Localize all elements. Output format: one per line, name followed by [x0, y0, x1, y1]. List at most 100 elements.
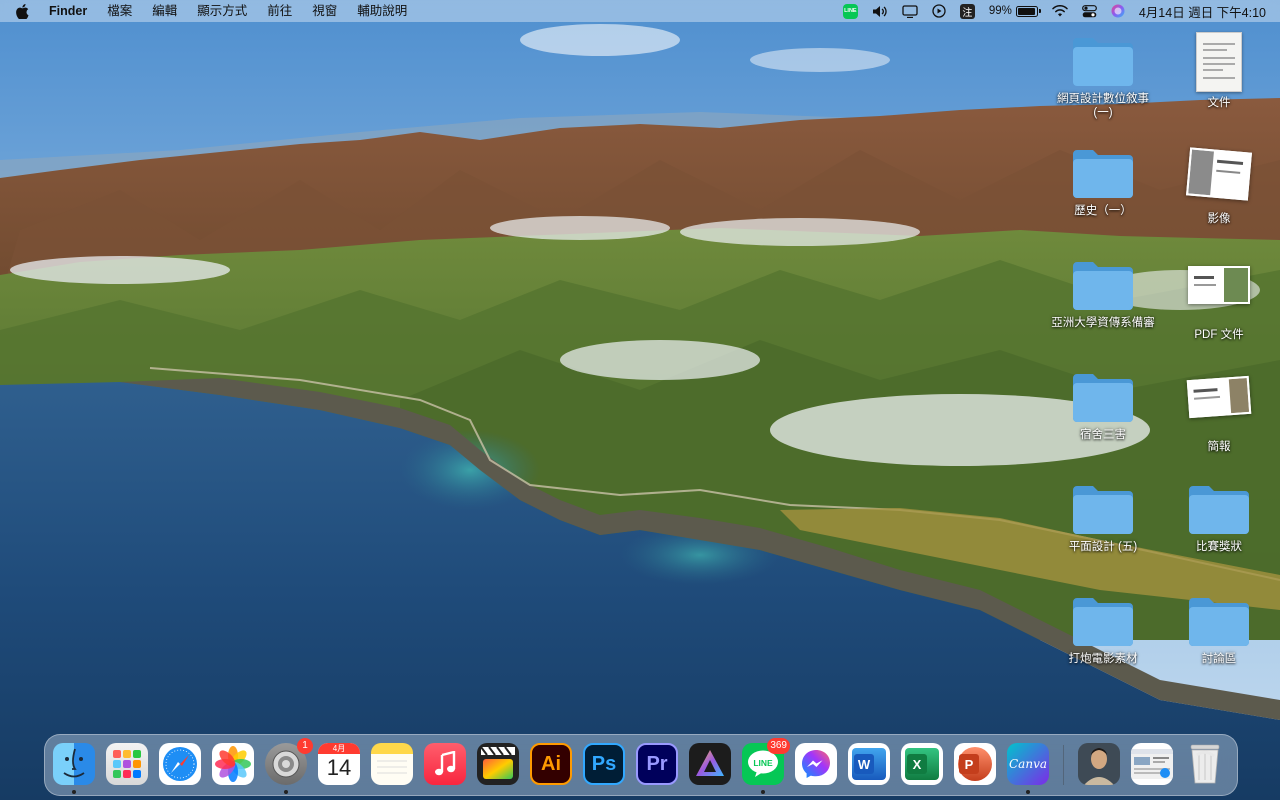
- wifi-icon[interactable]: [1052, 5, 1068, 17]
- canva-label: Canva: [1009, 757, 1047, 771]
- notes-icon[interactable]: [371, 743, 413, 785]
- final-cut-pro-icon[interactable]: [477, 743, 519, 785]
- folder-icon: [1073, 374, 1133, 422]
- running-indicator: [1026, 790, 1030, 794]
- control-center-icon[interactable]: [1081, 4, 1097, 18]
- line-status-label: LINE: [842, 3, 858, 19]
- davinci-icon[interactable]: [689, 743, 731, 785]
- desktop-item-label: 歷史（一）: [1074, 205, 1132, 217]
- safari-icon[interactable]: [159, 743, 201, 785]
- notification-badge: 369: [767, 738, 790, 754]
- folder-icon: [1189, 598, 1249, 646]
- folder-icon: [1073, 262, 1133, 310]
- calendar-icon[interactable]: 4月 14: [318, 743, 360, 785]
- calendar-month: 4月: [318, 743, 360, 754]
- airplay-display-icon[interactable]: [902, 4, 918, 18]
- menu-bar: Finder 檔案 編輯 顯示方式 前往 視窗 輔助說明 LINE 注 99%: [0, 0, 1280, 22]
- battery-icon: [1015, 5, 1041, 17]
- photoshop-label: Ps: [591, 752, 617, 775]
- line-status-icon[interactable]: LINE: [842, 3, 858, 19]
- desktop-item-label: 影像: [1207, 213, 1231, 225]
- desktop-item-label: 比賽獎狀: [1196, 541, 1242, 553]
- input-method-icon[interactable]: 注: [959, 3, 975, 19]
- canva-icon[interactable]: Canva: [1007, 743, 1049, 794]
- trash-icon[interactable]: [1184, 743, 1226, 785]
- calendar-day: 14: [326, 755, 352, 780]
- folder-icon: [1073, 38, 1133, 86]
- menu-window[interactable]: 視窗: [302, 0, 347, 22]
- finder-icon[interactable]: [53, 743, 95, 794]
- line-app-label: LINE: [753, 758, 773, 768]
- desktop-item-label: 討論區: [1201, 653, 1237, 665]
- screenshot-stack[interactable]: [1131, 743, 1173, 785]
- premiere-pro-icon[interactable]: Pr: [636, 743, 678, 785]
- folder-icon: [1073, 150, 1133, 198]
- presentation-thumbnail-icon: [1186, 375, 1252, 419]
- input-method-label: 注: [959, 3, 975, 19]
- excel-icon[interactable]: X: [901, 743, 943, 785]
- desktop-item-label: 亞洲大學資傳系備審: [1051, 317, 1155, 329]
- gear-icon[interactable]: 1: [265, 738, 313, 794]
- notification-badge: 1: [297, 738, 313, 754]
- desktop-folder[interactable]: 打炮電影素材: [1048, 594, 1158, 666]
- pdf-thumbnail-icon: [1188, 266, 1250, 304]
- running-indicator: [284, 790, 288, 794]
- desktop-folder[interactable]: 宿舍三害: [1048, 370, 1158, 442]
- illustrator-label: Ai: [541, 752, 561, 775]
- desktop-item-label: 文件: [1207, 97, 1231, 109]
- powerpoint-label: P: [964, 756, 974, 772]
- desktop-folder[interactable]: 討論區: [1164, 594, 1274, 666]
- running-indicator: [72, 790, 76, 794]
- music-icon[interactable]: [424, 743, 466, 785]
- photos-icon[interactable]: [212, 743, 254, 785]
- desktop-folder[interactable]: 亞洲大學資傳系備審: [1048, 258, 1158, 330]
- premiere-pro-label: Pr: [646, 752, 668, 775]
- desktop-item-label: 簡報: [1207, 441, 1231, 453]
- portrait-stack[interactable]: [1078, 743, 1120, 785]
- desktop-item-label: 網頁設計數位敘事(一): [1057, 93, 1149, 119]
- battery-fill: [1017, 7, 1035, 15]
- dock-separator: [1063, 745, 1064, 785]
- messenger-icon[interactable]: [795, 743, 837, 785]
- desktop-document[interactable]: 文件: [1164, 32, 1274, 110]
- photoshop-icon[interactable]: Ps: [583, 743, 625, 785]
- menu-help[interactable]: 輔助說明: [347, 0, 417, 22]
- menu-go[interactable]: 前往: [257, 0, 302, 22]
- menu-app-finder[interactable]: Finder: [39, 0, 97, 22]
- launchpad-icon[interactable]: [106, 743, 148, 785]
- menu-edit[interactable]: 編輯: [142, 0, 187, 22]
- image-thumbnail-icon: [1186, 147, 1252, 201]
- desktop-folder[interactable]: 歷史（一）: [1048, 146, 1158, 218]
- battery-percent: 99%: [988, 5, 1012, 17]
- illustrator-icon[interactable]: Ai: [530, 743, 572, 785]
- desktop-item-label: 打炮電影素材: [1068, 653, 1138, 665]
- desktop-pdf[interactable]: PDF 文件: [1164, 266, 1274, 342]
- desktop-item-label: PDF 文件: [1194, 329, 1244, 341]
- powerpoint-icon[interactable]: P: [954, 743, 996, 785]
- volume-icon[interactable]: [872, 5, 888, 18]
- folder-icon: [1189, 486, 1249, 534]
- desktop-folder[interactable]: 網頁設計數位敘事(一): [1048, 34, 1158, 120]
- word-label: W: [857, 756, 871, 772]
- desktop-item-label: 平面設計 (五): [1068, 541, 1138, 553]
- excel-label: X: [912, 756, 922, 772]
- document-icon: [1196, 32, 1242, 92]
- desktop-presentation[interactable]: 簡報: [1164, 375, 1274, 454]
- siri-icon[interactable]: [1111, 4, 1125, 18]
- menu-clock[interactable]: 4月14日 週日 下午4:10: [1139, 2, 1266, 21]
- folder-icon: [1073, 598, 1133, 646]
- now-playing-icon[interactable]: [932, 4, 946, 18]
- battery-status[interactable]: 99%: [988, 5, 1041, 17]
- menu-file[interactable]: 檔案: [97, 0, 142, 22]
- desktop-folder[interactable]: 平面設計 (五): [1048, 482, 1158, 554]
- menu-view[interactable]: 顯示方式: [187, 0, 257, 22]
- desktop-image[interactable]: 影像: [1164, 147, 1274, 226]
- word-icon[interactable]: W: [848, 743, 890, 785]
- desktop-item-label: 宿舍三害: [1080, 429, 1126, 441]
- folder-icon: [1073, 486, 1133, 534]
- apple-logo-icon[interactable]: [0, 3, 39, 19]
- running-indicator: [761, 790, 765, 794]
- dock: 1 4月 14 Ai Ps Pr LINE 369 W X P Canva: [44, 734, 1238, 796]
- desktop-folder[interactable]: 比賽獎狀: [1164, 482, 1274, 554]
- line-icon[interactable]: LINE 369: [742, 738, 790, 794]
